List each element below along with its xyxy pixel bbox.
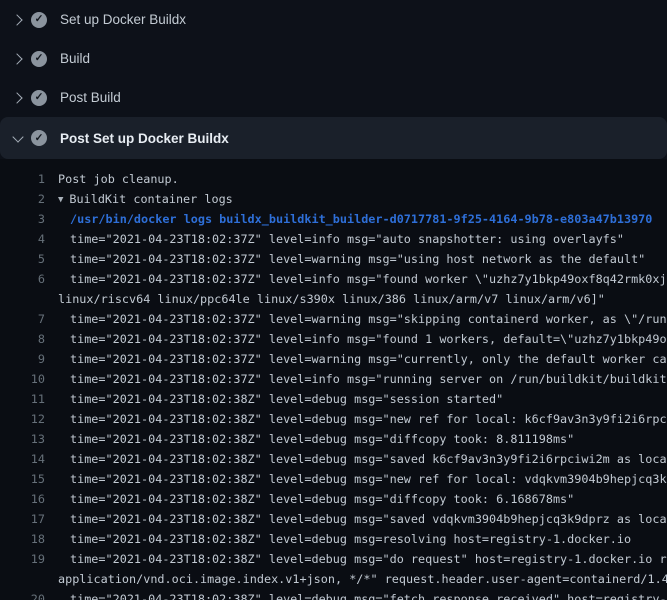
log-line: 8 time="2021-04-23T18:02:37Z" level=info… xyxy=(0,329,667,349)
log-line: 19 time="2021-04-23T18:02:38Z" level=deb… xyxy=(0,549,667,569)
chevron-right-icon[interactable] xyxy=(6,86,30,110)
log-text: application/vnd.oci.image.index.v1+json,… xyxy=(58,569,667,589)
log-text: time="2021-04-23T18:02:37Z" level=info m… xyxy=(70,269,667,289)
log-text: time="2021-04-23T18:02:37Z" level=info m… xyxy=(70,329,667,349)
line-number[interactable]: 10 xyxy=(0,369,45,389)
log-text: time="2021-04-23T18:02:38Z" level=debug … xyxy=(70,409,667,429)
log-text: time="2021-04-23T18:02:38Z" level=debug … xyxy=(70,529,631,549)
step-label: Post Set up Docker Buildx xyxy=(60,131,229,146)
log-line: 16 time="2021-04-23T18:02:38Z" level=deb… xyxy=(0,489,667,509)
line-number[interactable]: 12 xyxy=(0,409,45,429)
line-number[interactable]: 14 xyxy=(0,449,45,469)
log-line: 15 time="2021-04-23T18:02:38Z" level=deb… xyxy=(0,469,667,489)
line-number[interactable]: 15 xyxy=(0,469,45,489)
log-text: time="2021-04-23T18:02:38Z" level=debug … xyxy=(70,509,667,529)
log-text: time="2021-04-23T18:02:38Z" level=debug … xyxy=(70,449,667,469)
log-line: 14 time="2021-04-23T18:02:38Z" level=deb… xyxy=(0,449,667,469)
log-group-label: BuildKit container logs xyxy=(69,192,232,206)
line-number[interactable]: 7 xyxy=(0,309,45,329)
step-list: ✓ Set up Docker Buildx ✓ Build ✓ Post Bu… xyxy=(0,0,667,159)
line-number[interactable]: 5 xyxy=(0,249,45,269)
line-number xyxy=(0,569,45,589)
log-line: 5 time="2021-04-23T18:02:37Z" level=warn… xyxy=(0,249,667,269)
chevron-down-icon[interactable] xyxy=(6,126,30,150)
log-text: time="2021-04-23T18:02:38Z" level=debug … xyxy=(70,469,667,489)
log-line: 17 time="2021-04-23T18:02:38Z" level=deb… xyxy=(0,509,667,529)
line-number[interactable]: 6 xyxy=(0,269,45,289)
log-text: time="2021-04-23T18:02:37Z" level=warnin… xyxy=(70,349,667,369)
log-text: Post job cleanup. xyxy=(58,169,179,189)
log-text: time="2021-04-23T18:02:38Z" level=debug … xyxy=(70,389,503,409)
log-line: 11 time="2021-04-23T18:02:38Z" level=deb… xyxy=(0,389,667,409)
actions-log-viewer: ✓ Set up Docker Buildx ✓ Build ✓ Post Bu… xyxy=(0,0,667,600)
log-line: 1 Post job cleanup. xyxy=(0,169,667,189)
log-text: time="2021-04-23T18:02:37Z" level=info m… xyxy=(70,229,624,249)
group-collapse-triangle-icon[interactable]: ▼ xyxy=(58,190,63,210)
step-label: Set up Docker Buildx xyxy=(60,12,186,27)
line-number xyxy=(0,289,45,309)
line-number[interactable]: 17 xyxy=(0,509,45,529)
line-number[interactable]: 8 xyxy=(0,329,45,349)
check-circle-icon: ✓ xyxy=(31,51,47,67)
step-label: Build xyxy=(60,51,90,66)
check-circle-icon: ✓ xyxy=(31,130,47,146)
log-line: 7 time="2021-04-23T18:02:37Z" level=warn… xyxy=(0,309,667,329)
log-line: 3 /usr/bin/docker logs buildx_buildkit_b… xyxy=(0,209,667,229)
log-line: 12 time="2021-04-23T18:02:38Z" level=deb… xyxy=(0,409,667,429)
check-circle-icon: ✓ xyxy=(31,90,47,106)
log-group-header[interactable]: 2 ▼ BuildKit container logs xyxy=(0,189,667,209)
step-row-post-build[interactable]: ✓ Post Build xyxy=(0,78,667,117)
chevron-right-icon[interactable] xyxy=(6,47,30,71)
log-text: time="2021-04-23T18:02:38Z" level=debug … xyxy=(70,489,574,509)
log-line-wrap-continuation: application/vnd.oci.image.index.v1+json,… xyxy=(0,569,667,589)
log-text: time="2021-04-23T18:02:38Z" level=debug … xyxy=(70,549,667,569)
log-line: 6 time="2021-04-23T18:02:37Z" level=info… xyxy=(0,269,667,289)
line-number[interactable]: 18 xyxy=(0,529,45,549)
log-line-wrap-continuation: linux/riscv64 linux/ppc64le linux/s390x … xyxy=(0,289,667,309)
log-panel: 1 Post job cleanup. 2 ▼ BuildKit containe… xyxy=(0,159,667,600)
log-line: 20 time="2021-04-23T18:02:38Z" level=deb… xyxy=(0,589,667,600)
line-number[interactable]: 3 xyxy=(0,209,45,229)
line-number[interactable]: 1 xyxy=(0,169,45,189)
line-number[interactable]: 4 xyxy=(0,229,45,249)
log-text: time="2021-04-23T18:02:37Z" level=warnin… xyxy=(70,249,645,269)
line-number[interactable]: 16 xyxy=(0,489,45,509)
step-row-set-up-docker-buildx[interactable]: ✓ Set up Docker Buildx xyxy=(0,0,667,39)
line-number[interactable]: 19 xyxy=(0,549,45,569)
log-line: 18 time="2021-04-23T18:02:38Z" level=deb… xyxy=(0,529,667,549)
step-row-build[interactable]: ✓ Build xyxy=(0,39,667,78)
log-command-text: /usr/bin/docker logs buildx_buildkit_bui… xyxy=(70,209,652,229)
step-row-post-set-up-docker-buildx[interactable]: ✓ Post Set up Docker Buildx xyxy=(0,117,667,159)
log-text: time="2021-04-23T18:02:37Z" level=warnin… xyxy=(70,309,667,329)
log-text: time="2021-04-23T18:02:38Z" level=debug … xyxy=(70,429,574,449)
check-circle-icon: ✓ xyxy=(31,12,47,28)
line-number[interactable]: 13 xyxy=(0,429,45,449)
log-line: 13 time="2021-04-23T18:02:38Z" level=deb… xyxy=(0,429,667,449)
line-number[interactable]: 11 xyxy=(0,389,45,409)
log-line: 10 time="2021-04-23T18:02:37Z" level=inf… xyxy=(0,369,667,389)
log-line: 9 time="2021-04-23T18:02:37Z" level=warn… xyxy=(0,349,667,369)
log-text: linux/riscv64 linux/ppc64le linux/s390x … xyxy=(58,289,605,309)
step-label: Post Build xyxy=(60,90,121,105)
log-line: 4 time="2021-04-23T18:02:37Z" level=info… xyxy=(0,229,667,249)
line-number[interactable]: 2 xyxy=(0,189,45,209)
log-text: time="2021-04-23T18:02:38Z" level=debug … xyxy=(70,589,667,600)
line-number[interactable]: 20 xyxy=(0,589,45,600)
log-text: time="2021-04-23T18:02:37Z" level=info m… xyxy=(70,369,667,389)
line-number[interactable]: 9 xyxy=(0,349,45,369)
chevron-right-icon[interactable] xyxy=(6,8,30,32)
log-group: ▼ BuildKit container logs xyxy=(58,189,233,209)
